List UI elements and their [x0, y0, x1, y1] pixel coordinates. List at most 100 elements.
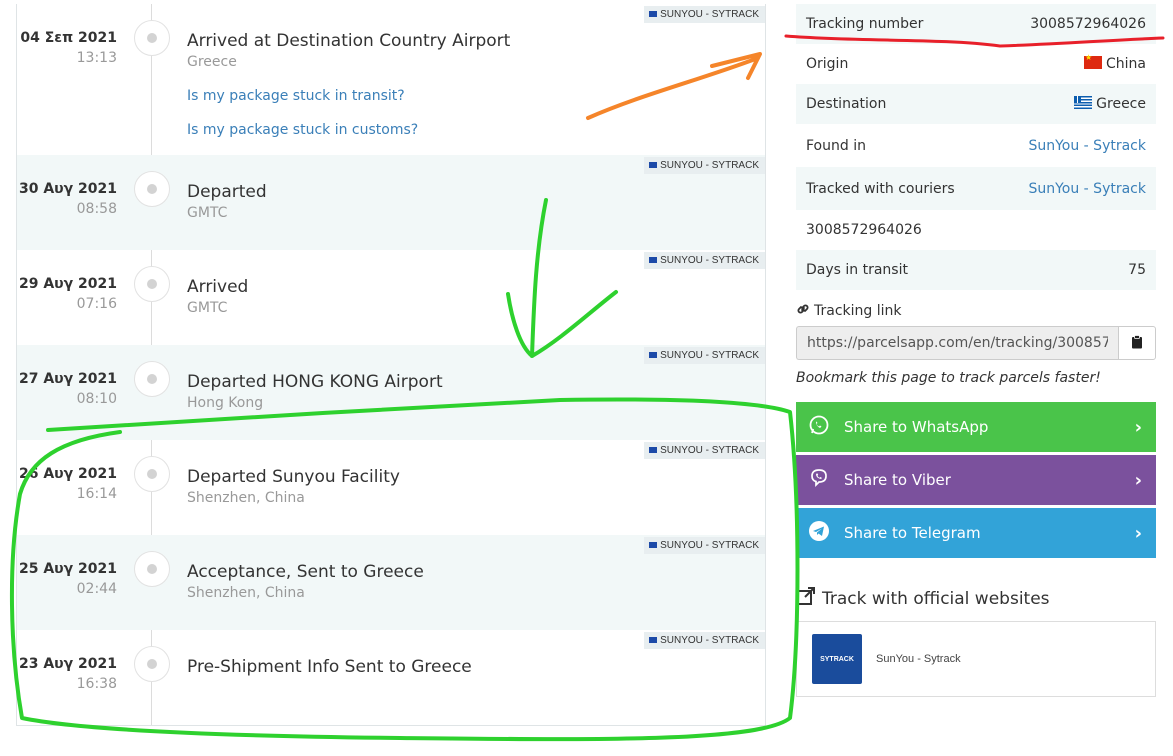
- timeline-event: 27 Αυγ 2021 08:10 Departed HONG KONG Air…: [17, 345, 765, 440]
- telegram-icon: [808, 520, 830, 546]
- clipboard-icon: [1131, 334, 1143, 353]
- courier-badge: SUNYOU - SYTRACK: [644, 6, 765, 23]
- event-date: 29 Αυγ 2021: [18, 276, 117, 292]
- flag-icon: [649, 257, 658, 263]
- couriers-link[interactable]: SunYou - Sytrack: [1028, 181, 1146, 197]
- extra-number-row: 3008572964026: [796, 210, 1156, 250]
- event-time: 08:58: [76, 201, 117, 217]
- share-viber-button[interactable]: Share to Viber ›: [796, 455, 1156, 505]
- event-location: Shenzhen, China: [187, 585, 305, 601]
- stuck-in-transit-link[interactable]: Is my package stuck in transit?: [187, 88, 405, 104]
- chevron-right-icon: ›: [1134, 469, 1142, 491]
- found-in-label: Found in: [806, 137, 866, 154]
- tracking-link-heading: Tracking link: [796, 302, 1156, 320]
- timeline-dot-icon: [134, 361, 170, 397]
- extra-tracking-number: 3008572964026: [806, 222, 922, 238]
- share-whatsapp-button[interactable]: Share to WhatsApp ›: [796, 402, 1156, 452]
- timeline-event: 25 Αυγ 2021 02:44 Acceptance, Sent to Gr…: [17, 535, 765, 630]
- share-telegram-button[interactable]: Share to Telegram ›: [796, 508, 1156, 558]
- tracking-number-label: Tracking number: [806, 16, 924, 32]
- origin-value: China: [1084, 53, 1146, 72]
- flag-icon: [649, 11, 658, 17]
- flag-icon: [649, 542, 658, 548]
- flag-icon: [649, 637, 658, 643]
- event-title: Arrived at Destination Country Airport: [187, 31, 511, 51]
- chevron-right-icon: ›: [1134, 416, 1142, 438]
- event-time: 16:14: [76, 486, 117, 502]
- tracking-link-input[interactable]: [796, 326, 1118, 360]
- found-in-link[interactable]: SunYou - Sytrack: [1028, 138, 1146, 154]
- courier-badge: SUNYOU - SYTRACK: [644, 157, 765, 174]
- timeline-event: 30 Αυγ 2021 08:58 Departed GMTC SUNYOU -…: [17, 155, 765, 250]
- copy-link-button[interactable]: [1118, 326, 1156, 360]
- event-location: Hong Kong: [187, 395, 264, 411]
- viber-icon: [808, 467, 830, 493]
- sytrack-logo: SYTRACK: [812, 634, 862, 684]
- timeline-dot-icon: [134, 456, 170, 492]
- event-time: 13:13: [76, 50, 117, 66]
- timeline-event: 26 Αυγ 2021 16:14 Departed Sunyou Facili…: [17, 440, 765, 535]
- whatsapp-icon: [808, 414, 830, 440]
- event-title: Departed: [187, 182, 267, 202]
- share-whatsapp-label: Share to WhatsApp: [844, 418, 989, 436]
- external-link-icon: [796, 586, 816, 611]
- event-date: 23 Αυγ 2021: [18, 656, 117, 672]
- china-flag-icon: [1084, 53, 1102, 69]
- link-icon: [796, 302, 810, 320]
- event-time: 02:44: [76, 581, 117, 597]
- bookmark-hint: Bookmark this page to track parcels fast…: [796, 370, 1101, 386]
- origin-row: Origin China: [796, 44, 1156, 84]
- destination-label: Destination: [806, 96, 887, 112]
- couriers-row: Tracked with couriers SunYou - Sytrack: [796, 167, 1156, 210]
- share-telegram-label: Share to Telegram: [844, 524, 981, 542]
- event-title: Departed HONG KONG Airport: [187, 372, 443, 392]
- tracking-timeline: 04 Σεπ 2021 13:13 Arrived at Destination…: [16, 4, 766, 726]
- timeline-dot-icon: [134, 171, 170, 207]
- destination-row: Destination Greece: [796, 84, 1156, 124]
- courier-badge: SUNYOU - SYTRACK: [644, 537, 765, 554]
- share-viber-label: Share to Viber: [844, 471, 951, 489]
- chevron-right-icon: ›: [1134, 522, 1142, 544]
- event-date: 26 Αυγ 2021: [18, 466, 117, 482]
- event-title: Departed Sunyou Facility: [187, 467, 400, 487]
- timeline-dot-icon: [134, 266, 170, 302]
- timeline-event: 29 Αυγ 2021 07:16 Arrived GMTC SUNYOU - …: [17, 250, 765, 345]
- event-time: 08:10: [76, 391, 117, 407]
- timeline-event: 04 Σεπ 2021 13:13 Arrived at Destination…: [17, 4, 765, 155]
- event-date: 27 Αυγ 2021: [18, 371, 117, 387]
- event-location: Shenzhen, China: [187, 490, 305, 506]
- parcel-info-panel: Tracking number 3008572964026 Origin Chi…: [796, 4, 1156, 697]
- event-title: Arrived: [187, 277, 249, 297]
- event-date: 30 Αυγ 2021: [18, 181, 117, 197]
- flag-icon: [649, 352, 658, 358]
- official-courier-name: SunYou - Sytrack: [876, 653, 961, 665]
- flag-icon: [649, 447, 658, 453]
- timeline-event: 23 Αυγ 2021 16:38 Pre-Shipment Info Sent…: [17, 630, 765, 725]
- event-location: Greece: [187, 54, 237, 70]
- timeline-dot-icon: [134, 20, 170, 56]
- event-time: 07:16: [76, 296, 117, 312]
- event-location: GMTC: [187, 300, 228, 316]
- event-location: GMTC: [187, 205, 228, 221]
- greece-flag-icon: [1074, 96, 1093, 109]
- official-courier-card[interactable]: SYTRACK SunYou - Sytrack: [796, 621, 1156, 697]
- days-in-transit-label: Days in transit: [806, 262, 908, 278]
- courier-badge: SUNYOU - SYTRACK: [644, 442, 765, 459]
- event-date: 04 Σεπ 2021: [20, 30, 117, 46]
- found-in-row: Found in SunYou - Sytrack: [796, 124, 1156, 167]
- couriers-label: Tracked with couriers: [806, 180, 955, 197]
- days-in-transit-row: Days in transit 75: [796, 250, 1156, 290]
- event-title: Acceptance, Sent to Greece: [187, 562, 424, 582]
- event-date: 25 Αυγ 2021: [18, 561, 117, 577]
- origin-label: Origin: [806, 56, 849, 72]
- courier-badge: SUNYOU - SYTRACK: [644, 632, 765, 649]
- flag-icon: [649, 162, 658, 168]
- courier-badge: SUNYOU - SYTRACK: [644, 347, 765, 364]
- courier-badge: SUNYOU - SYTRACK: [644, 252, 765, 269]
- stuck-in-customs-link[interactable]: Is my package stuck in customs?: [187, 122, 418, 138]
- tracking-number-value: 3008572964026: [1030, 16, 1146, 32]
- tracking-number-row: Tracking number 3008572964026: [796, 4, 1156, 44]
- days-in-transit-value: 75: [1128, 262, 1146, 278]
- timeline-dot-icon: [134, 551, 170, 587]
- official-websites-heading: Track with official websites: [796, 586, 1156, 611]
